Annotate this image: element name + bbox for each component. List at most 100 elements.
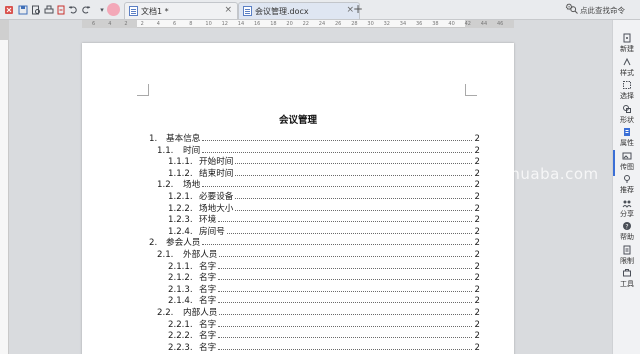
- recommend-icon: [624, 175, 630, 183]
- ruler-number: 34: [399, 21, 407, 27]
- save-icon[interactable]: [17, 3, 29, 17]
- sidebar-item-new[interactable]: 新建: [613, 33, 640, 57]
- select-icon: [623, 81, 631, 89]
- document-title[interactable]: 会议管理: [82, 112, 514, 126]
- ruler-number: 20: [286, 21, 293, 27]
- toc-page-number: 2: [474, 168, 480, 179]
- toc-entry[interactable]: 2.1.2. 名字 2: [168, 271, 480, 283]
- toc-entry[interactable]: 1.1.1. 开始时间 2: [168, 155, 480, 167]
- ruler-number: 38: [432, 21, 439, 27]
- toc-text: 名字: [199, 284, 217, 295]
- toc-leader: [218, 215, 472, 223]
- toc-entry[interactable]: 1.1.2. 结束时间 2: [168, 167, 480, 179]
- tab-label: 文档1 *: [141, 6, 169, 16]
- ruler-number: 10: [205, 21, 212, 27]
- toc-number: 2.1.2.: [168, 273, 193, 284]
- sidebar-item-help[interactable]: ? 帮助: [613, 221, 640, 245]
- print-icon[interactable]: [43, 3, 55, 17]
- sidebar-item-restrict[interactable]: 限制: [613, 245, 640, 269]
- redo-icon[interactable]: [80, 3, 92, 17]
- toc-entry[interactable]: 2.1.4. 名字 2: [168, 294, 480, 306]
- sidebar-item-shape[interactable]: 形状: [613, 104, 640, 128]
- toc-entry[interactable]: 1.2.2. 场地大小 2: [168, 202, 480, 214]
- toc-page-number: 2: [474, 250, 480, 260]
- margin-corner-mark: [137, 84, 149, 96]
- toc-entry[interactable]: 1.1. 时间 2: [157, 144, 480, 156]
- properties-icon: [624, 128, 630, 136]
- toc-number: 2.1.: [157, 250, 174, 260]
- toc-leader: [219, 250, 472, 257]
- toc-entry[interactable]: 1.2.3. 环境 2: [168, 213, 480, 225]
- toc-leader: [218, 343, 472, 350]
- toc-page-number: 2: [474, 238, 480, 249]
- vertical-ruler[interactable]: [0, 20, 9, 354]
- ruler-number: 6: [173, 21, 177, 27]
- ruler-margin-right: [465, 20, 514, 28]
- sidebar-item-style[interactable]: 样式: [613, 57, 640, 81]
- toc-entry[interactable]: 2.2.2. 名字 2: [168, 329, 480, 341]
- toc-page-number: 2: [474, 308, 480, 318]
- sidebar-item-label: 分享: [620, 209, 634, 218]
- margin-corner-mark: [465, 84, 477, 96]
- toc-number: 1.2.4.: [168, 226, 193, 237]
- sidebar-item-share[interactable]: 分享: [613, 198, 640, 222]
- toc-entry[interactable]: 2.1.3. 名字 2: [168, 283, 480, 295]
- print-preview-icon[interactable]: [30, 3, 42, 17]
- document-icon: [129, 6, 138, 16]
- toc-entry[interactable]: 2.2.1. 名字 2: [168, 318, 480, 330]
- sidebar-item-label: 选择: [620, 92, 634, 100]
- toc-leader: [235, 157, 472, 165]
- tab-meeting-docx[interactable]: 会议管理.docx ×: [238, 2, 360, 19]
- sidebar-item-upload-image[interactable]: 传图: [613, 151, 640, 175]
- sidebar-item-select[interactable]: 选择: [613, 80, 640, 104]
- toc-text: 参会人员: [166, 238, 201, 249]
- sidebar-item-recommend[interactable]: 推荐: [613, 174, 640, 198]
- toc-text: 名字: [199, 342, 217, 353]
- toc-leader: [218, 296, 472, 304]
- toc-leader: [202, 146, 472, 153]
- toc-leader: [218, 262, 472, 269]
- toc-entry[interactable]: 2.2.3. 名字 2: [168, 341, 480, 353]
- toc-number: 1.1.2.: [168, 168, 193, 179]
- ruler-number: 8: [189, 21, 193, 27]
- toc-entry[interactable]: 1.2.4. 房间号 2: [168, 225, 480, 237]
- svg-text:?: ?: [625, 223, 628, 230]
- sidebar-item-properties[interactable]: 属性: [613, 127, 640, 151]
- toc-number: 1.2.2.: [168, 203, 193, 214]
- toc-number: 2.1.3.: [168, 284, 193, 295]
- toc-page-number: 2: [474, 284, 480, 295]
- toc-page-number: 2: [474, 203, 480, 214]
- toc-entry[interactable]: 2.1.1. 名字 2: [168, 260, 480, 272]
- toc-text: 基本信息: [166, 134, 201, 144]
- ruler-number: 6: [92, 21, 96, 27]
- toc-number: 2.: [149, 238, 158, 249]
- close-icon[interactable]: ×: [224, 5, 232, 15]
- ruler-number: 44: [480, 21, 488, 27]
- document-page[interactable]: 会议管理 1. 基本信息 2 1.1. 时间 2 1.1.1. 开始时间 2 1.1.2. 结束时间…: [82, 43, 514, 354]
- sidebar-item-tools[interactable]: 工具: [613, 268, 640, 292]
- toc-page-number: 2: [474, 145, 480, 156]
- new-tab-button[interactable]: +: [353, 2, 363, 16]
- toc-page-number: 2: [474, 331, 480, 342]
- wps-logo-icon[interactable]: [3, 3, 15, 17]
- ruler-number: 2: [140, 21, 144, 27]
- toc-entry[interactable]: 1. 基本信息 2: [149, 132, 480, 144]
- tab-document1[interactable]: 文档1 * ×: [124, 2, 238, 19]
- toc-entry[interactable]: 1.2. 场地 2: [157, 178, 480, 190]
- sidebar-item-label: 传图: [620, 162, 634, 171]
- toc-entry[interactable]: 2.2. 内部人员 2: [157, 306, 480, 318]
- ruler-number: 30: [367, 21, 374, 27]
- command-search[interactable]: 点此查找命令: [570, 4, 638, 16]
- avatar[interactable]: [107, 3, 120, 16]
- toc-leader: [218, 331, 472, 339]
- export-pdf-icon[interactable]: [55, 3, 67, 17]
- toc-entry[interactable]: 1.2.1. 必要设备 2: [168, 190, 480, 202]
- toc-text: 开始时间: [199, 157, 234, 168]
- toc-number: 1.2.: [157, 180, 174, 191]
- task-pane-sidebar: 新建 样式选择形状 属性传图推荐分享 ? 帮助 限制 工具: [612, 20, 640, 354]
- toc-entry[interactable]: 2.1. 外部人员 2: [157, 248, 480, 260]
- ruler-number: 2: [124, 21, 128, 27]
- toc-entry[interactable]: 2. 参会人员 2: [149, 236, 480, 248]
- horizontal-ruler[interactable]: 6 4 2 2 4 6 8 10 12 14 16 18 20 22 24 26 28 30 32 34 36 38 40 4…: [82, 20, 514, 28]
- undo-icon[interactable]: [67, 3, 79, 17]
